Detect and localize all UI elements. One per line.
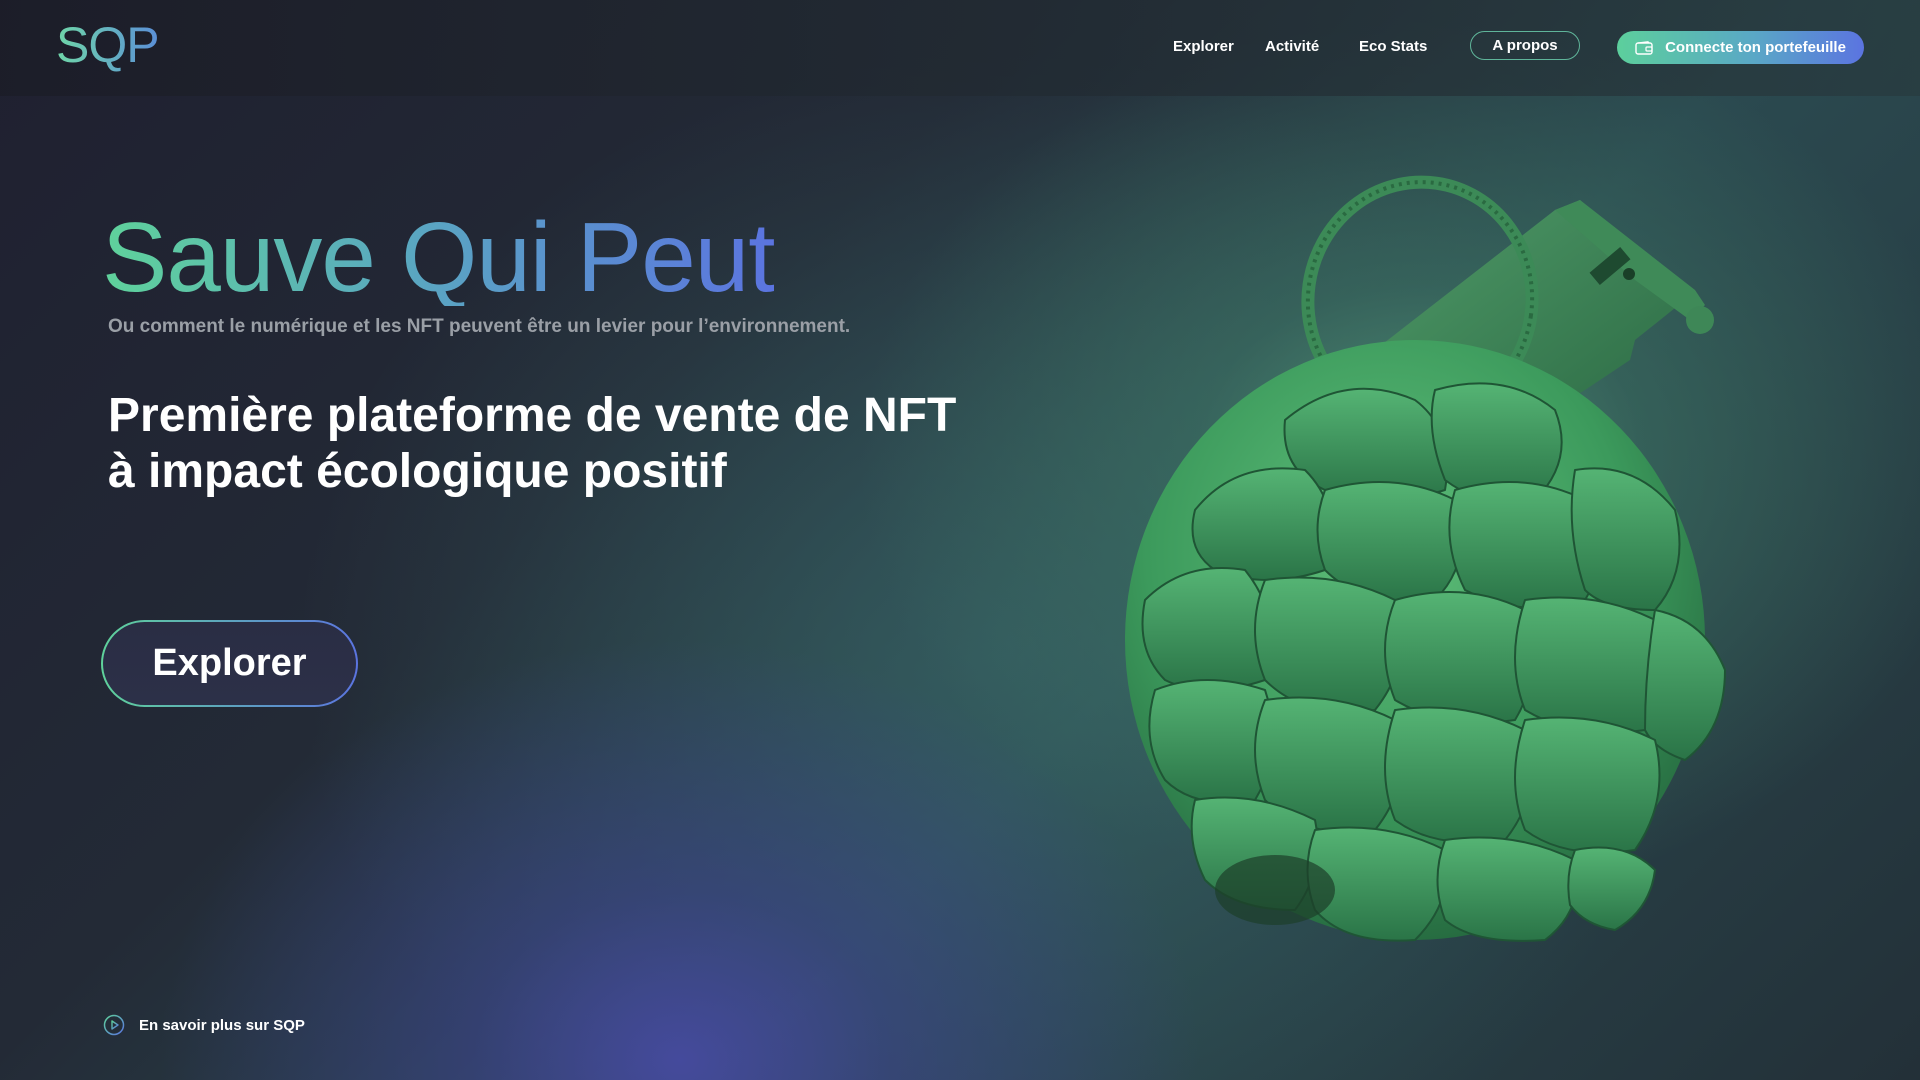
explore-button[interactable]: Explorer — [101, 620, 358, 707]
top-navigation-bar: SQP Explorer Activité Eco Stats A propos… — [0, 0, 1920, 96]
nav-explorer[interactable]: Explorer — [1173, 38, 1234, 55]
nav-activite[interactable]: Activité — [1265, 38, 1319, 55]
wallet-icon — [1635, 40, 1653, 55]
hero-heading-line-1: Première plateforme de vente de NFT — [108, 389, 957, 442]
hero-subtitle: Ou comment le numérique et les NFT peuve… — [108, 316, 851, 337]
nav-eco-stats[interactable]: Eco Stats — [1359, 38, 1427, 55]
hero-heading: Première plateforme de vente de NFT à im… — [108, 388, 956, 500]
play-circle-icon — [103, 1014, 125, 1036]
sqp-logo[interactable]: SQP — [56, 16, 160, 74]
hero-heading-line-2: à impact écologique positif — [108, 445, 727, 498]
hero-title: Sauve Qui Peut — [102, 202, 775, 312]
artichoke-grenade-illustration — [1125, 175, 1726, 942]
learn-more-label: En savoir plus sur SQP — [139, 1016, 305, 1034]
connect-wallet-label: Connecte ton portefeuille — [1665, 39, 1846, 56]
nav-a-propos-button[interactable]: A propos — [1470, 31, 1580, 60]
connect-wallet-button[interactable]: Connecte ton portefeuille — [1617, 31, 1864, 64]
learn-more-link[interactable]: En savoir plus sur SQP — [103, 1014, 305, 1036]
